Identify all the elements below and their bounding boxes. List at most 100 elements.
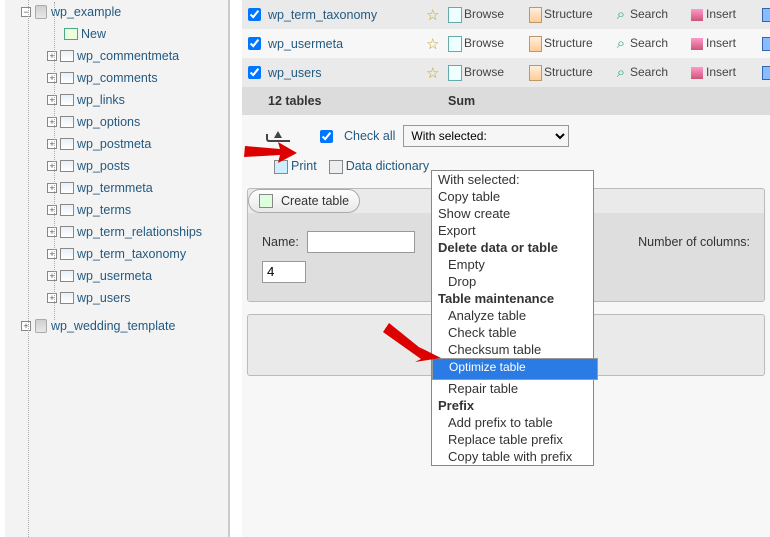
table-name-input[interactable] xyxy=(307,231,415,253)
sidebar-table-item[interactable]: + wp_commentmeta xyxy=(45,45,228,67)
insert-link[interactable]: Insert xyxy=(688,0,760,29)
table-name-link[interactable]: wp_usermeta xyxy=(268,37,343,51)
expand-icon[interactable]: + xyxy=(47,139,57,149)
num-columns-input[interactable] xyxy=(262,261,306,283)
empty-link[interactable]: En xyxy=(760,58,770,87)
table-label[interactable]: wp_term_relationships xyxy=(77,225,202,239)
menu-item[interactable]: Analyze table xyxy=(432,307,593,324)
sidebar-table-item[interactable]: + wp_term_taxonomy xyxy=(45,243,228,265)
menu-item[interactable]: Show create xyxy=(432,205,593,222)
search-icon xyxy=(614,66,628,80)
table-icon xyxy=(59,136,75,152)
structure-link[interactable]: Structure xyxy=(526,29,612,58)
expand-icon[interactable]: + xyxy=(47,227,57,237)
expand-icon[interactable]: + xyxy=(47,271,57,281)
structure-icon xyxy=(528,37,542,51)
menu-item[interactable]: Empty xyxy=(432,256,593,273)
browse-link[interactable]: Browse xyxy=(446,29,526,58)
empty-link[interactable]: En xyxy=(760,0,770,29)
sidebar-table-item[interactable]: + wp_term_relationships xyxy=(45,221,228,243)
menu-item[interactable]: Check table xyxy=(432,324,593,341)
expand-icon[interactable]: + xyxy=(47,95,57,105)
search-link[interactable]: Search xyxy=(612,58,688,87)
table-icon xyxy=(59,48,75,64)
sidebar-table-item[interactable]: + wp_users xyxy=(45,287,228,309)
menu-item[interactable]: Drop xyxy=(432,273,593,290)
create-table-icon xyxy=(259,194,273,208)
sidebar-table-item[interactable]: + wp_postmeta xyxy=(45,133,228,155)
table-label[interactable]: wp_posts xyxy=(77,159,130,173)
table-label[interactable]: wp_usermeta xyxy=(77,269,152,283)
star-icon[interactable]: ☆ xyxy=(426,7,439,24)
table-label[interactable]: wp_links xyxy=(77,93,125,107)
database-icon xyxy=(33,4,49,20)
menu-item[interactable]: Copy table xyxy=(432,188,593,205)
table-label[interactable]: wp_terms xyxy=(77,203,131,217)
star-icon[interactable]: ☆ xyxy=(426,65,439,82)
insert-link[interactable]: Insert xyxy=(688,58,760,87)
menu-item[interactable]: Add prefix to table xyxy=(432,414,593,431)
table-label[interactable]: wp_termmeta xyxy=(77,181,153,195)
table-name-link[interactable]: wp_term_taxonomy xyxy=(268,8,377,22)
row-checkbox[interactable] xyxy=(248,37,261,50)
data-dictionary-link[interactable]: Data dictionary xyxy=(329,159,429,174)
table-list: wp_term_taxonomy ☆ BrowseStructureSearchIn… xyxy=(242,0,770,115)
print-link[interactable]: Print xyxy=(274,159,317,174)
table-label[interactable]: wp_commentmeta xyxy=(77,49,179,63)
table-name-link[interactable]: wp_users xyxy=(268,66,322,80)
menu-item[interactable]: Export xyxy=(432,222,593,239)
sidebar-table-item[interactable]: + wp_terms xyxy=(45,199,228,221)
expand-icon[interactable]: + xyxy=(47,117,57,127)
sidebar-table-item[interactable]: + wp_usermeta xyxy=(45,265,228,287)
new-table-link[interactable]: New xyxy=(45,23,228,45)
sidebar-table-item[interactable]: + wp_links xyxy=(45,89,228,111)
expand-icon[interactable]: + xyxy=(47,73,57,83)
menu-item[interactable]: Optimize table xyxy=(432,358,598,380)
db-label[interactable]: wp_wedding_template xyxy=(51,319,175,333)
table-label[interactable]: wp_users xyxy=(77,291,131,305)
search-link[interactable]: Search xyxy=(612,0,688,29)
table-icon xyxy=(59,290,75,306)
structure-link[interactable]: Structure xyxy=(526,58,612,87)
structure-link[interactable]: Structure xyxy=(526,0,612,29)
expand-icon[interactable]: + xyxy=(47,51,57,61)
sidebar-table-item[interactable]: + wp_termmeta xyxy=(45,177,228,199)
expand-icon[interactable]: + xyxy=(47,183,57,193)
menu-item[interactable]: Repair table xyxy=(432,380,593,397)
check-all-label[interactable]: Check all xyxy=(344,129,395,143)
table-label[interactable]: wp_postmeta xyxy=(77,137,151,151)
sidebar-table-item[interactable]: + wp_posts xyxy=(45,155,228,177)
db-node-wp-example[interactable]: − wp_example xyxy=(19,1,228,23)
table-label[interactable]: wp_comments xyxy=(77,71,158,85)
search-link[interactable]: Search xyxy=(612,29,688,58)
sidebar-table-item[interactable]: + wp_options xyxy=(45,111,228,133)
create-table-button[interactable]: Create table xyxy=(248,189,360,213)
table-label[interactable]: wp_term_taxonomy xyxy=(77,247,186,261)
table-label[interactable]: wp_options xyxy=(77,115,140,129)
browse-link[interactable]: Browse xyxy=(446,0,526,29)
check-all-checkbox[interactable] xyxy=(320,130,333,143)
row-checkbox[interactable] xyxy=(248,8,261,21)
expand-icon[interactable]: + xyxy=(21,321,31,331)
empty-link[interactable]: En xyxy=(760,29,770,58)
table-icon xyxy=(59,114,75,130)
expand-icon[interactable]: + xyxy=(47,293,57,303)
star-icon[interactable]: ☆ xyxy=(426,36,439,53)
menu-item[interactable]: Replace table prefix xyxy=(432,431,593,448)
expand-icon[interactable]: + xyxy=(47,161,57,171)
db-label[interactable]: wp_example xyxy=(51,5,121,19)
expand-icon[interactable]: + xyxy=(47,205,57,215)
new-icon xyxy=(63,26,79,42)
sidebar-table-item[interactable]: + wp_comments xyxy=(45,67,228,89)
sidebar-tree: − wp_example New + wp_commentmeta + wp_comm… xyxy=(5,0,230,537)
with-selected-dropdown[interactable]: With selected: xyxy=(403,125,569,147)
menu-item[interactable]: Checksum table xyxy=(432,341,593,358)
expand-icon[interactable]: + xyxy=(47,249,57,259)
insert-link[interactable]: Insert xyxy=(688,29,760,58)
collapse-icon[interactable]: − xyxy=(21,7,31,17)
menu-item-header[interactable]: With selected: xyxy=(432,171,593,188)
row-checkbox[interactable] xyxy=(248,66,261,79)
menu-item[interactable]: Copy table with prefix xyxy=(432,448,593,465)
browse-link[interactable]: Browse xyxy=(446,58,526,87)
db-node-other[interactable]: + wp_wedding_template xyxy=(19,315,228,337)
